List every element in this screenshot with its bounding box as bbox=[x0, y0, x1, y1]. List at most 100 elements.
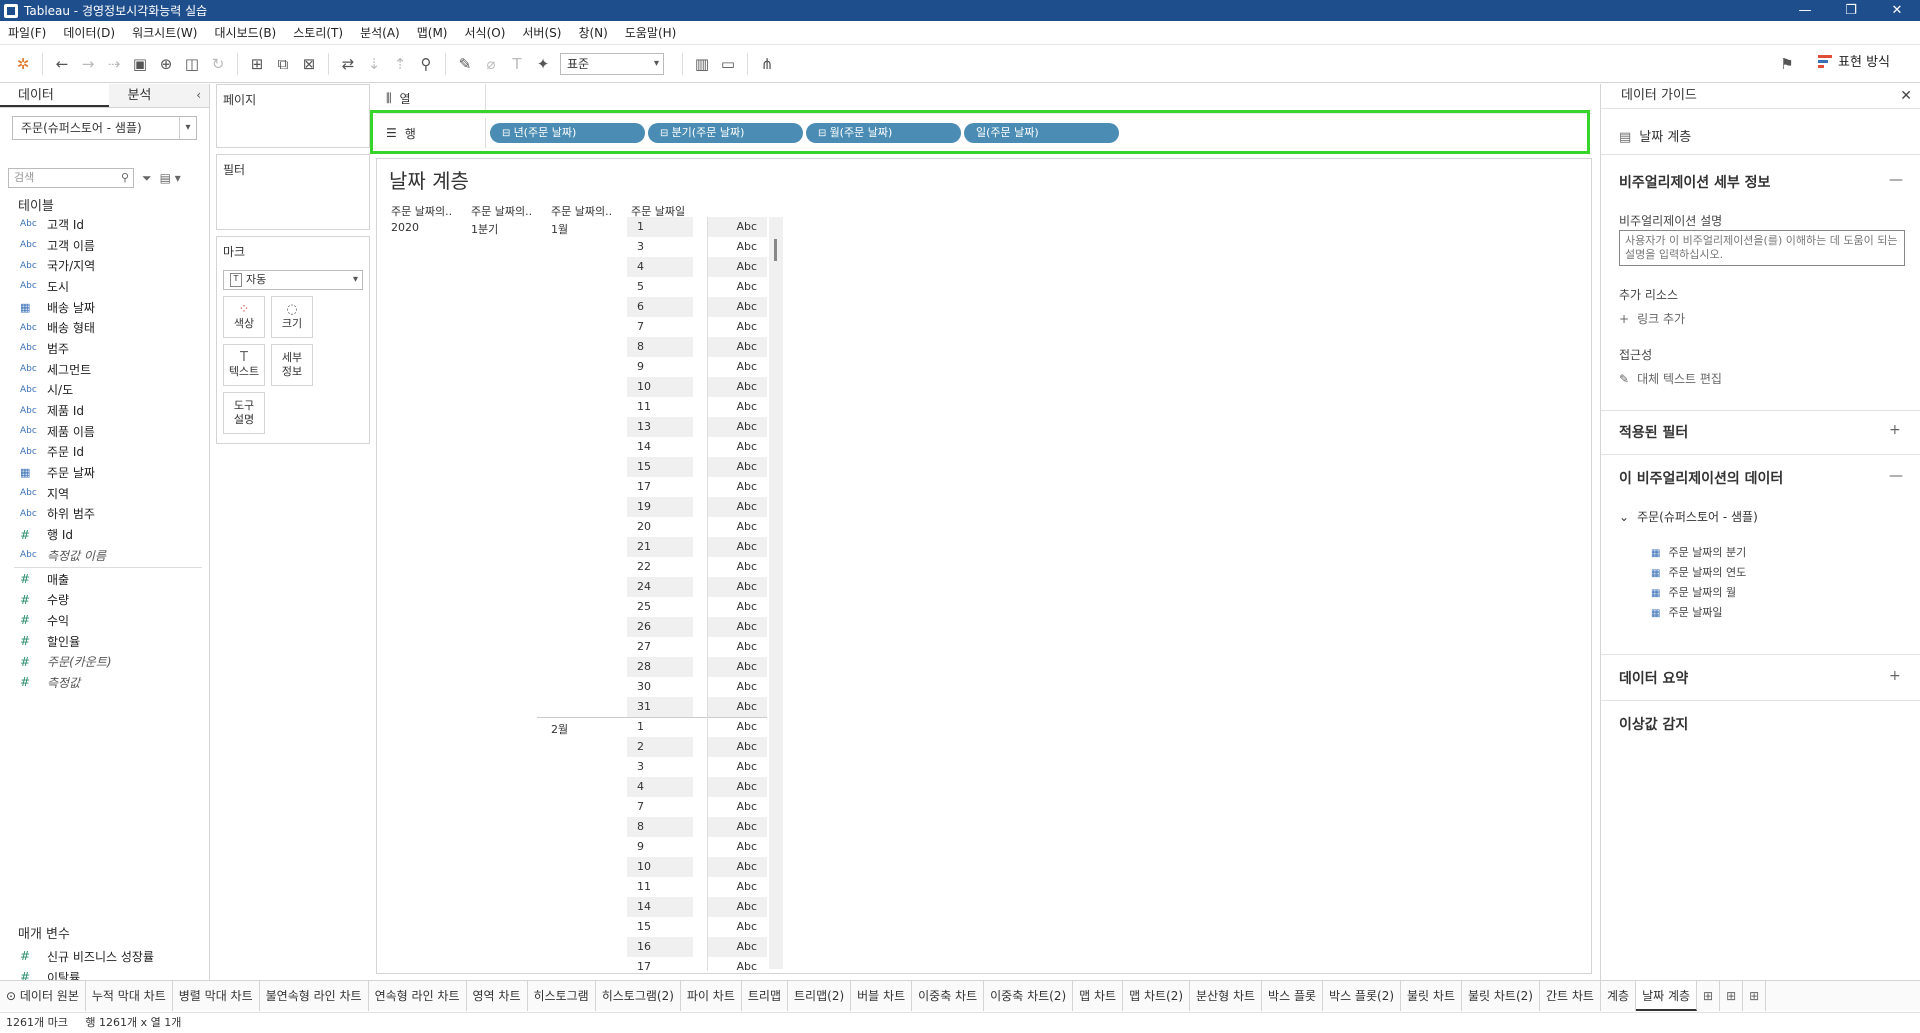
minimize-icon[interactable]: — bbox=[1782, 0, 1828, 21]
guide-field-item[interactable]: ▦ 주문 날짜의 월 bbox=[1651, 584, 1736, 600]
text-mark[interactable]: Abc bbox=[708, 277, 767, 297]
day-header[interactable]: 9 bbox=[627, 357, 693, 377]
day-header[interactable]: 28 bbox=[627, 657, 693, 677]
text-mark[interactable]: Abc bbox=[708, 317, 767, 337]
field-item[interactable]: Abc 제품 Id bbox=[0, 400, 208, 421]
field-item[interactable]: Abc 세그먼트 bbox=[0, 359, 208, 380]
field-item[interactable]: # 행 Id bbox=[0, 524, 208, 545]
text-mark[interactable]: Abc bbox=[708, 697, 767, 717]
day-header[interactable]: 16 bbox=[627, 937, 693, 957]
text-mark[interactable]: Abc bbox=[708, 257, 767, 277]
collapse-icon[interactable]: — bbox=[1889, 172, 1903, 188]
text-mark[interactable]: Abc bbox=[708, 337, 767, 357]
day-header[interactable]: 15 bbox=[627, 457, 693, 477]
day-header[interactable]: 15 bbox=[627, 917, 693, 937]
field-item[interactable]: Abc 측정값 이름 bbox=[0, 545, 208, 566]
sheet-tab[interactable]: 계층 bbox=[1601, 980, 1637, 1011]
text-mark[interactable]: Abc bbox=[708, 917, 767, 937]
day-header[interactable]: 3 bbox=[627, 757, 693, 777]
clear-sheet-icon[interactable]: ⊠ bbox=[296, 51, 322, 77]
color-button[interactable]: ⁘ 색상 bbox=[223, 296, 265, 338]
field-item[interactable]: Abc 지역 bbox=[0, 483, 208, 504]
day-header[interactable]: 1 bbox=[627, 717, 693, 737]
day-header[interactable]: 17 bbox=[627, 477, 693, 497]
viz-details-header[interactable]: 비주얼리제이션 세부 정보 — bbox=[1619, 172, 1903, 192]
text-mark[interactable]: Abc bbox=[708, 717, 767, 737]
field-item[interactable]: # 측정값 bbox=[0, 672, 208, 693]
text-mark[interactable]: Abc bbox=[708, 297, 767, 317]
text-mark[interactable]: Abc bbox=[708, 357, 767, 377]
field-item[interactable]: Abc 시/도 bbox=[0, 380, 208, 401]
sheet-tab[interactable]: 분산형 차트 bbox=[1190, 980, 1263, 1011]
sheet-tab[interactable]: 간트 차트 bbox=[1540, 980, 1601, 1011]
guide-datasource[interactable]: ⌄ 주문(슈퍼스토어 - 샘플) bbox=[1619, 508, 1758, 525]
applied-filters-header[interactable]: 적용된 필터 + bbox=[1619, 422, 1901, 442]
day-header[interactable]: 17 bbox=[627, 957, 693, 977]
menu-item[interactable]: 워크시트(W) bbox=[132, 24, 197, 41]
sheet-tab[interactable]: 불릿 차트(2) bbox=[1462, 980, 1540, 1011]
fit-select[interactable]: 표준 bbox=[560, 52, 664, 75]
collapse-icon[interactable]: — bbox=[1889, 468, 1903, 484]
day-header[interactable]: 4 bbox=[627, 777, 693, 797]
edit-alt-text-button[interactable]: ✎ 대체 텍스트 편집 bbox=[1619, 370, 1722, 387]
pin-icon[interactable]: ✦ bbox=[530, 51, 556, 77]
day-header[interactable]: 25 bbox=[627, 597, 693, 617]
tab-data[interactable]: 데이터 bbox=[0, 84, 110, 107]
new-story-tab-icon[interactable]: ⊞ bbox=[1743, 980, 1767, 1011]
field-item[interactable]: Abc 도시 bbox=[0, 276, 208, 297]
presentation-icon[interactable]: ▭ bbox=[715, 51, 741, 77]
label-icon[interactable]: ⌀ bbox=[478, 51, 504, 77]
text-mark[interactable]: Abc bbox=[708, 957, 767, 977]
sheet-tab[interactable]: 맵 차트 bbox=[1073, 980, 1124, 1011]
text-button[interactable]: T 텍스트 bbox=[223, 344, 265, 386]
sheet-tab[interactable]: 이중축 차트 bbox=[912, 980, 985, 1011]
tableau-start-icon[interactable]: ✲ bbox=[10, 51, 36, 77]
field-item[interactable]: Abc 고객 Id bbox=[0, 214, 208, 235]
field-item[interactable]: # 신규 비즈니스 성장률 bbox=[0, 946, 208, 967]
text-mark[interactable]: Abc bbox=[708, 597, 767, 617]
refresh-icon[interactable]: ↻ bbox=[205, 51, 231, 77]
day-header[interactable]: 7 bbox=[627, 317, 693, 337]
detail-button[interactable]: 세부 정보 bbox=[271, 344, 313, 386]
text-mark[interactable]: Abc bbox=[708, 437, 767, 457]
text-mark[interactable]: Abc bbox=[708, 557, 767, 577]
sheet-tab[interactable]: 맵 차트(2) bbox=[1123, 980, 1191, 1011]
expand-icon[interactable]: + bbox=[1889, 668, 1901, 684]
text-mark[interactable]: Abc bbox=[708, 537, 767, 557]
sheet-tab[interactable]: 불릿 차트 bbox=[1401, 980, 1462, 1011]
quarter-value[interactable]: 1분기 bbox=[471, 221, 498, 237]
field-item[interactable]: # 할인율 bbox=[0, 631, 208, 652]
header-quarter[interactable]: 주문 날짜의.. bbox=[471, 203, 532, 219]
sort-ascending-icon[interactable]: ⇣ bbox=[361, 51, 387, 77]
text-mark[interactable]: Abc bbox=[708, 837, 767, 857]
header-month[interactable]: 주문 날짜의.. bbox=[551, 203, 612, 219]
field-item[interactable]: ▦ 배송 날짜 bbox=[0, 297, 208, 318]
data-summary-header[interactable]: 데이터 요약 + bbox=[1619, 668, 1901, 688]
day-header[interactable]: 4 bbox=[627, 257, 693, 277]
text-mark[interactable]: Abc bbox=[708, 497, 767, 517]
menu-item[interactable]: 창(N) bbox=[578, 24, 607, 41]
sheet-tab[interactable]: 영역 차트 bbox=[467, 980, 528, 1011]
outlier-header[interactable]: 이상값 감지 bbox=[1619, 714, 1688, 734]
day-header[interactable]: 21 bbox=[627, 537, 693, 557]
day-header[interactable]: 11 bbox=[627, 877, 693, 897]
guide-field-item[interactable]: ▦ 주문 날짜의 연도 bbox=[1651, 564, 1746, 580]
field-item[interactable]: # 수익 bbox=[0, 610, 208, 631]
viz-data-header[interactable]: 이 비주얼리제이션의 데이터 — bbox=[1619, 468, 1903, 488]
text-mark[interactable]: Abc bbox=[708, 397, 767, 417]
year-value[interactable]: 2020 bbox=[391, 221, 419, 234]
day-header[interactable]: 14 bbox=[627, 437, 693, 457]
undo-icon[interactable]: ← bbox=[49, 51, 75, 77]
sheet-tab[interactable]: 박스 플롯 bbox=[1262, 980, 1324, 1011]
day-header[interactable]: 11 bbox=[627, 397, 693, 417]
sheet-tab[interactable]: 연속형 라인 차트 bbox=[369, 980, 467, 1011]
day-header[interactable]: 10 bbox=[627, 377, 693, 397]
replay-icon[interactable]: ⇢ bbox=[101, 51, 127, 77]
day-header[interactable]: 22 bbox=[627, 557, 693, 577]
new-dashboard-tab-icon[interactable]: ⊞ bbox=[1720, 980, 1744, 1011]
text-mark[interactable]: Abc bbox=[708, 457, 767, 477]
day-header[interactable]: 8 bbox=[627, 337, 693, 357]
text-mark[interactable]: Abc bbox=[708, 937, 767, 957]
viz-desc-input[interactable]: 사용자가 이 비주얼리제이션을(를) 이해하는 데 도움이 되는 설명을 입력하… bbox=[1619, 230, 1905, 266]
day-header[interactable]: 1 bbox=[627, 217, 693, 237]
